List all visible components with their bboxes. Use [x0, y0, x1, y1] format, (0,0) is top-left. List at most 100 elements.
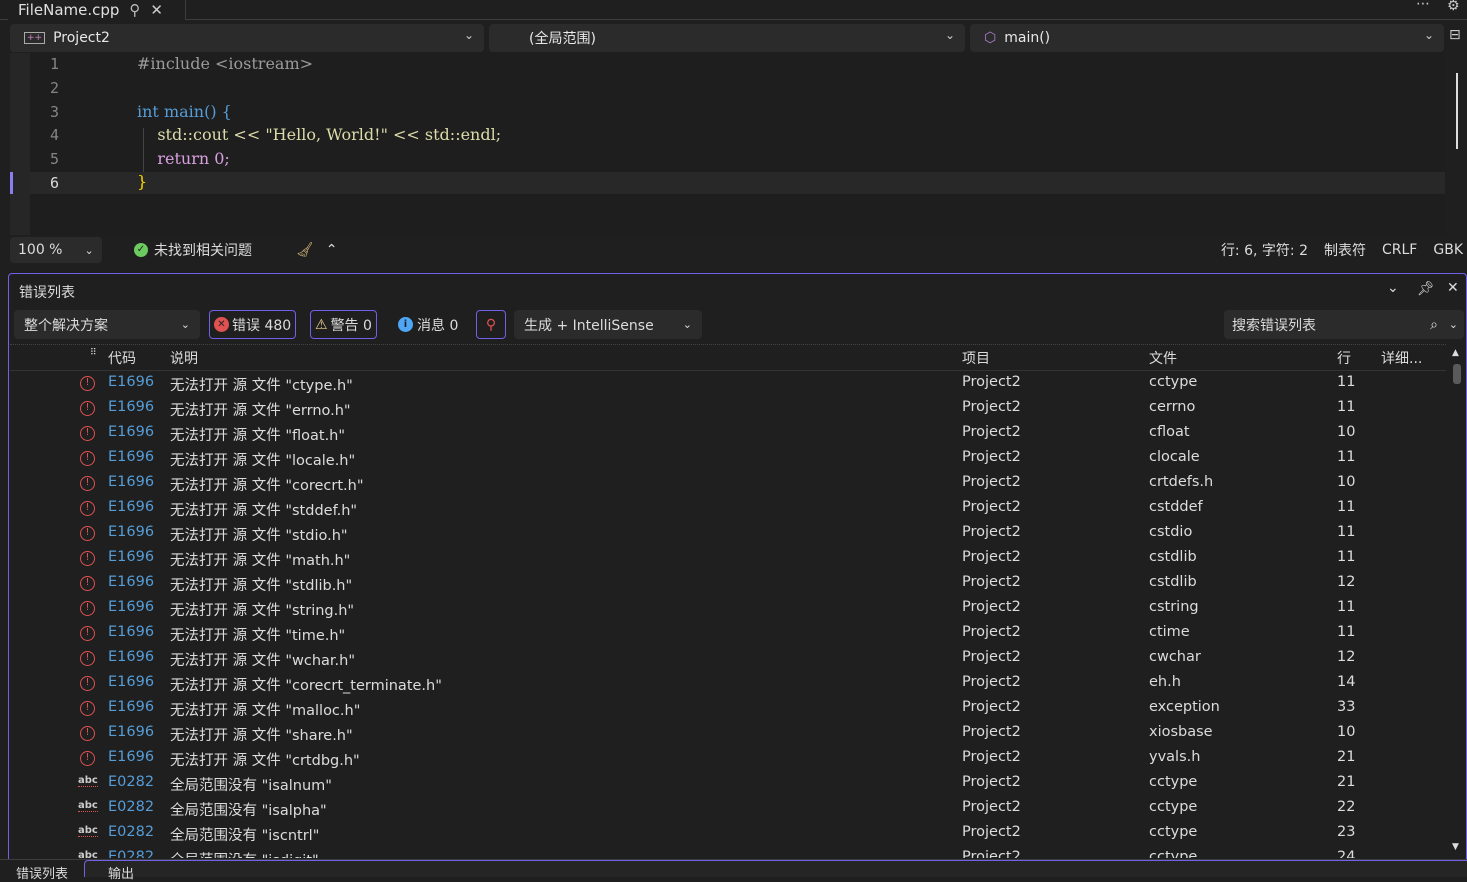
- error-project: Project2: [962, 674, 1021, 690]
- error-line: 11: [1337, 449, 1356, 465]
- error-icon: !: [80, 376, 95, 391]
- error-project: Project2: [962, 799, 1021, 815]
- error-project: Project2: [962, 374, 1021, 390]
- error-line: 21: [1337, 774, 1356, 790]
- scroll-down-icon[interactable]: ▼: [1452, 842, 1459, 852]
- error-icon: !: [80, 476, 95, 491]
- table-row[interactable]: abc E0282 全局范围没有 "isalpha" Project2 cctype 22: [10, 796, 1446, 821]
- error-icon: !: [80, 751, 95, 766]
- error-code[interactable]: E1696: [108, 749, 154, 765]
- error-icon: !: [80, 651, 95, 666]
- table-row[interactable]: ! E1696 无法打开 源 文件 "crtdbg.h" Project2 yvals.…: [10, 746, 1446, 771]
- error-project: Project2: [962, 724, 1021, 740]
- error-line: 22: [1337, 799, 1356, 815]
- error-file: cctype: [1149, 824, 1198, 840]
- error-code[interactable]: E0282: [108, 799, 154, 815]
- error-code[interactable]: E1696: [108, 524, 154, 540]
- error-description: 无法打开 源 文件 "stdio.h": [170, 528, 348, 544]
- error-line: 11: [1337, 599, 1356, 615]
- error-code[interactable]: E1696: [108, 399, 154, 415]
- table-row[interactable]: abc E0282 全局范围没有 "isdigit" Project2 cctype 24: [10, 846, 1446, 858]
- scrollbar-vertical[interactable]: ▲ ▼: [1449, 348, 1465, 858]
- error-icon: !: [80, 601, 95, 616]
- table-row[interactable]: ! E1696 无法打开 源 文件 "stddef.h" Project2 cstdde…: [10, 496, 1446, 521]
- table-row[interactable]: ! E1696 无法打开 源 文件 "wchar.h" Project2 cwchar 1…: [10, 646, 1446, 671]
- error-code[interactable]: E1696: [108, 724, 154, 740]
- error-file: cctype: [1149, 849, 1198, 858]
- chevron-down-icon[interactable]: ⌄: [1449, 318, 1458, 331]
- error-project: Project2: [962, 699, 1021, 715]
- error-code[interactable]: E1696: [108, 674, 154, 690]
- error-code[interactable]: E1696: [108, 574, 154, 590]
- error-project: Project2: [962, 624, 1021, 640]
- error-code[interactable]: E1696: [108, 474, 154, 490]
- error-line: 33: [1337, 699, 1356, 715]
- error-code[interactable]: E1696: [108, 424, 154, 440]
- error-line: 24: [1337, 849, 1356, 858]
- table-row[interactable]: ! E1696 无法打开 源 文件 "share.h" Project2 xiosbas…: [10, 721, 1446, 746]
- error-code[interactable]: E1696: [108, 649, 154, 665]
- scroll-up-icon[interactable]: ▲: [1452, 348, 1459, 358]
- error-code[interactable]: E1696: [108, 499, 154, 515]
- scroll-thumb[interactable]: [1453, 364, 1461, 384]
- error-file: cstring: [1149, 599, 1199, 615]
- intellisense-abc-icon: abc: [78, 775, 98, 787]
- error-code[interactable]: E1696: [108, 374, 154, 390]
- error-icon: !: [80, 401, 95, 416]
- error-description: 无法打开 源 文件 "corecrt_terminate.h": [170, 678, 442, 694]
- error-code[interactable]: E1696: [108, 699, 154, 715]
- error-line: 23: [1337, 824, 1356, 840]
- split-icon[interactable]: ⊟: [1449, 27, 1461, 43]
- table-row[interactable]: ! E1696 无法打开 源 文件 "string.h" Project2 cstrin…: [10, 596, 1446, 621]
- error-project: Project2: [962, 649, 1021, 665]
- error-file: yvals.h: [1149, 749, 1201, 765]
- error-project: Project2: [962, 424, 1021, 440]
- error-code[interactable]: E1696: [108, 599, 154, 615]
- error-description: 无法打开 源 文件 "ctype.h": [170, 378, 353, 394]
- table-row[interactable]: ! E1696 无法打开 源 文件 "malloc.h" Project2 except…: [10, 696, 1446, 721]
- error-description: 全局范围没有 "isdigit": [170, 849, 319, 858]
- error-description: 无法打开 源 文件 "stddef.h": [170, 503, 358, 519]
- bottom-tab-bar: 错误列表 输出: [0, 859, 1467, 882]
- error-line: 14: [1337, 674, 1356, 690]
- tab-output[interactable]: 输出: [108, 863, 134, 882]
- error-line: 10: [1337, 724, 1356, 740]
- table-row[interactable]: ! E1696 无法打开 源 文件 "stdio.h" Project2 cstdio 1…: [10, 521, 1446, 546]
- error-description: 无法打开 源 文件 "share.h": [170, 728, 353, 744]
- gear-icon[interactable]: ⚙: [1447, 0, 1460, 14]
- error-icon: !: [80, 626, 95, 641]
- table-row[interactable]: ! E1696 无法打开 源 文件 "math.h" Project2 cstdlib 1…: [10, 546, 1446, 571]
- error-code[interactable]: E0282: [108, 824, 154, 840]
- error-icon: !: [80, 676, 95, 691]
- table-row[interactable]: ! E1696 无法打开 源 文件 "float.h" Project2 cfloat 1…: [10, 421, 1446, 446]
- error-project: Project2: [962, 524, 1021, 540]
- error-file: crtdefs.h: [1149, 474, 1214, 490]
- error-code[interactable]: E1696: [108, 549, 154, 565]
- error-code[interactable]: E1696: [108, 449, 154, 465]
- table-row[interactable]: ! E1696 无法打开 源 文件 "time.h" Project2 ctime 11: [10, 621, 1446, 646]
- error-line: 12: [1337, 574, 1356, 590]
- error-icon: !: [80, 526, 95, 541]
- scrollbar-vertical[interactable]: [1456, 73, 1458, 149]
- error-line: 11: [1337, 499, 1356, 515]
- error-file: cfloat: [1149, 424, 1190, 440]
- error-file: xiosbase: [1149, 724, 1213, 740]
- error-line: 11: [1337, 524, 1356, 540]
- close-icon[interactable]: ✕: [1447, 280, 1459, 296]
- table-row[interactable]: ! E1696 无法打开 源 文件 "stdlib.h" Project2 cstdli…: [10, 571, 1446, 596]
- error-project: Project2: [962, 849, 1021, 858]
- error-description: 全局范围没有 "isalnum": [170, 778, 332, 794]
- error-code[interactable]: E0282: [108, 849, 154, 858]
- error-code[interactable]: E1696: [108, 624, 154, 640]
- tab-error-list[interactable]: 错误列表: [16, 863, 68, 882]
- table-row[interactable]: ! E1696 无法打开 源 文件 "ctype.h" Project2 cctype 1…: [10, 371, 1446, 396]
- table-row[interactable]: abc E0282 全局范围没有 "isalnum" Project2 cctype 21: [10, 771, 1446, 796]
- table-row[interactable]: abc E0282 全局范围没有 "iscntrl" Project2 cctype 23: [10, 821, 1446, 846]
- table-row[interactable]: ! E1696 无法打开 源 文件 "errno.h" Project2 cerrno 1…: [10, 396, 1446, 421]
- error-project: Project2: [962, 774, 1021, 790]
- table-row[interactable]: ! E1696 无法打开 源 文件 "corecrt_terminate.h" Pro…: [10, 671, 1446, 696]
- tab-divider: [84, 860, 1467, 877]
- table-row[interactable]: ! E1696 无法打开 源 文件 "corecrt.h" Project2 crtde…: [10, 471, 1446, 496]
- error-code[interactable]: E0282: [108, 774, 154, 790]
- table-row[interactable]: ! E1696 无法打开 源 文件 "locale.h" Project2 clocal…: [10, 446, 1446, 471]
